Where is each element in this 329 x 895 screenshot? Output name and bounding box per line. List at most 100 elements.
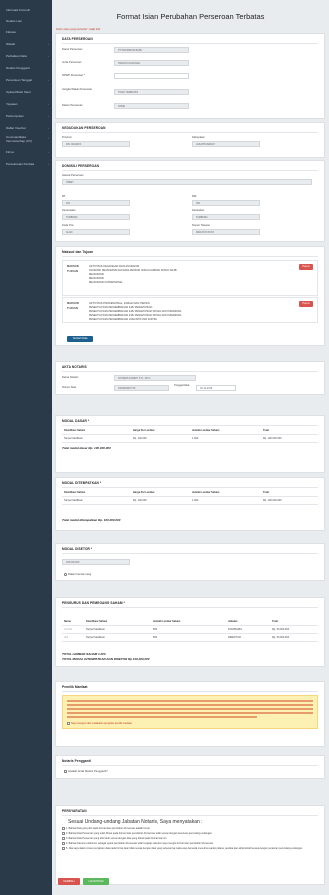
table-divider bbox=[62, 496, 318, 497]
hapus-button[interactable]: Hapus bbox=[299, 264, 313, 270]
nomor-akta-field[interactable]: 1000000007725 bbox=[114, 385, 169, 391]
maksud-label: MAKSUD bbox=[67, 265, 79, 268]
sidebar-item-perbaikan-data[interactable]: Perbaikan Data › bbox=[0, 52, 52, 60]
sidebar-item-perkumpulan[interactable]: Perkumpulan › bbox=[0, 112, 52, 120]
statement-checkbox[interactable] bbox=[62, 832, 65, 835]
statement-checkbox[interactable] bbox=[62, 827, 65, 830]
telepon-field[interactable]: 0821XXXXXXXX bbox=[192, 229, 260, 235]
dalam-bentuk-uang-radio[interactable] bbox=[64, 573, 67, 576]
chevron-right-icon: › bbox=[48, 78, 49, 82]
kecamatan-field[interactable]: TAMBORA bbox=[62, 214, 130, 220]
sidebar-item-firma[interactable]: Firma › bbox=[0, 148, 52, 156]
table-cell: 1.000 bbox=[192, 499, 199, 502]
checkbox-label: Saya mengerti dan melakukan pengisian pe… bbox=[71, 722, 132, 725]
pemilik-manfaat-checkbox[interactable] bbox=[67, 722, 70, 725]
sidebar-item-wasiat[interactable]: Wasiat › bbox=[0, 40, 52, 48]
table-header: Harga Per Lembar bbox=[133, 429, 155, 432]
sidebar-item-persekutuan-perdata[interactable]: Persekutuan Perdata › bbox=[0, 160, 52, 168]
provinsi-field[interactable]: DKI JAKARTA bbox=[62, 141, 130, 147]
maksud-group: MAKSUD AKTIVITAS PROFESIONAL, ILMIAH DAN… bbox=[62, 297, 318, 323]
sidebar-item-informasi-formulir[interactable]: Informasi Formulir bbox=[0, 6, 52, 14]
sidebar-item-yayasan[interactable]: Yayasan › bbox=[0, 100, 52, 108]
field-label: Nomor Akta bbox=[62, 386, 77, 389]
sidebar-item-label: Perkumpulan bbox=[6, 114, 24, 118]
table-header: Total bbox=[263, 429, 269, 432]
table-header: Jabatan bbox=[228, 620, 238, 623]
kelurahan-field[interactable]: TAMBORA bbox=[192, 214, 260, 220]
sidebar-item-label: Fidusia bbox=[6, 30, 16, 34]
table-header: Klasifikasi Saham bbox=[64, 491, 86, 494]
notaris-pengganti-checkbox[interactable] bbox=[64, 770, 67, 773]
field-label: Provinsi bbox=[62, 136, 72, 139]
rw-field[interactable]: 002 bbox=[192, 200, 260, 206]
table-divider bbox=[62, 504, 318, 505]
kodepos-field[interactable]: 11220 bbox=[62, 229, 130, 235]
kabupaten-field[interactable]: JAKARTA BARAT bbox=[192, 141, 260, 147]
card-modal-dasar: MODAL DASAR * Klasifikasi Saham Harga Pe… bbox=[55, 415, 325, 473]
table-cell: Rp. 100.000 bbox=[133, 499, 147, 502]
jenis-perseroan-field[interactable]: SWASTA NASIONAL bbox=[114, 60, 189, 66]
sidebar-item-penentuan-tanggal[interactable]: Penentuan Tanggal › bbox=[0, 76, 52, 84]
table-cell: Tanpa Klasifikasi bbox=[64, 499, 83, 502]
alamat-field[interactable]: TEBET bbox=[62, 179, 312, 185]
card-pemilik-manfaat: Pemilik Manfaat Saya mengerti dan melaku… bbox=[55, 681, 325, 747]
divider bbox=[62, 487, 318, 488]
npwp-field[interactable] bbox=[114, 73, 189, 79]
table-divider bbox=[62, 434, 318, 435]
card-data-perseroan: DATA PERSEROAN Nama Perseroan PT INFORMA… bbox=[55, 33, 325, 119]
statement-checkbox[interactable] bbox=[62, 837, 65, 840]
chevron-right-icon: › bbox=[48, 136, 49, 140]
card-title: PENGURUS DAN PEMEGANG SAHAM * bbox=[62, 601, 125, 605]
chevron-right-icon: › bbox=[48, 162, 49, 166]
card-title: Pemilik Manfaat bbox=[62, 685, 88, 689]
jangka-waktu-field[interactable]: TIDAK TERBATAS bbox=[114, 89, 189, 95]
nama-perseroan-field[interactable]: PT INFORMASI BARU bbox=[114, 47, 189, 53]
modal-disetor-field[interactable]: 100.000.000 bbox=[62, 559, 130, 565]
statement-text: 2. Bahwa Data Perseroan yang telah dibua… bbox=[66, 832, 213, 835]
sidebar-item-cv[interactable]: Commanditaire Vennootschap (CV) › bbox=[0, 134, 52, 146]
tambah-data-button[interactable]: Tambah Data bbox=[67, 336, 93, 342]
table-cell: Rp. 50.000.000 bbox=[272, 636, 290, 639]
table-header: Nama bbox=[64, 620, 71, 623]
sidebar-item-notaris-lain[interactable]: Notaris Lain bbox=[0, 17, 52, 25]
table-divider bbox=[62, 442, 318, 443]
nama-notaris-field[interactable]: NOTARIS DUMMY S.H., M.Kn bbox=[114, 375, 196, 381]
field-label: RT bbox=[62, 195, 66, 198]
notice-text-line bbox=[67, 700, 313, 702]
chevron-right-icon: › bbox=[48, 42, 49, 46]
status-perseroan-field[interactable]: NONE bbox=[114, 103, 189, 109]
maksud-label: MAKSUD bbox=[67, 302, 79, 305]
lanjutkan-button[interactable]: LANJUTKAN bbox=[83, 878, 109, 885]
statement-checkbox[interactable] bbox=[62, 842, 65, 845]
table-cell: Tanpa Klasifikasi bbox=[86, 628, 105, 631]
rt-field[interactable]: 001 bbox=[62, 200, 130, 206]
modal-dasar-total: Total modal dasar Rp. 100.000.000 bbox=[62, 446, 111, 450]
card-title: Maksud dan Tujuan bbox=[62, 250, 94, 254]
card-modal-disetor: MODAL DISETOR * 100.000.000 Dalam bentuk… bbox=[55, 543, 325, 581]
tujuan-line: PENELITIAN DAN PENGEMBANGAN ILMU PENGETA… bbox=[89, 307, 153, 309]
chevron-right-icon: › bbox=[48, 150, 49, 154]
statement-text: 5. Jika saya dalam proses pengisian data… bbox=[66, 847, 303, 850]
tanggal-akta-field[interactable]: 30-10-2018 bbox=[196, 385, 236, 391]
notice-text-line bbox=[67, 716, 257, 718]
table-cell: Rp. 50.000.000 bbox=[272, 628, 290, 631]
table-header: Harga Per Lembar bbox=[133, 491, 155, 494]
tujuan-line: PENELITIAN DAN PENGEMBANGAN LINGUISTIK D… bbox=[89, 319, 157, 321]
statement-checkbox[interactable] bbox=[62, 847, 65, 850]
sidebar-item-daftar-voucher[interactable]: Daftar Voucher › bbox=[0, 124, 52, 132]
sidebar-item-upload-bukti-setor[interactable]: Upload Bukti Setor bbox=[0, 88, 52, 96]
divider bbox=[62, 425, 318, 426]
table-cell: KOMISARIS bbox=[228, 628, 242, 631]
sidebar-item-fidusia[interactable]: Fidusia bbox=[0, 28, 52, 36]
card-modal-ditempatkan: MODAL DITEMPATKAN * Klasifikasi Saham Ha… bbox=[55, 477, 325, 531]
hapus-button[interactable]: Hapus bbox=[299, 301, 313, 307]
field-label: Jangka Waktu Perseroan bbox=[62, 88, 93, 91]
sidebar-item-notaris-pengganti[interactable]: Notaris Pengganti bbox=[0, 64, 52, 72]
table-header: Total bbox=[272, 620, 278, 623]
kembali-button[interactable]: KEMBALI bbox=[58, 878, 80, 885]
total-lembar-saham: TOTAL LEMBAR SAHAM 1.000 bbox=[62, 652, 106, 656]
table-divider bbox=[62, 633, 318, 634]
card-title: DATA PERSEROAN bbox=[62, 37, 93, 41]
divider bbox=[62, 765, 318, 766]
chevron-right-icon: › bbox=[48, 126, 49, 130]
